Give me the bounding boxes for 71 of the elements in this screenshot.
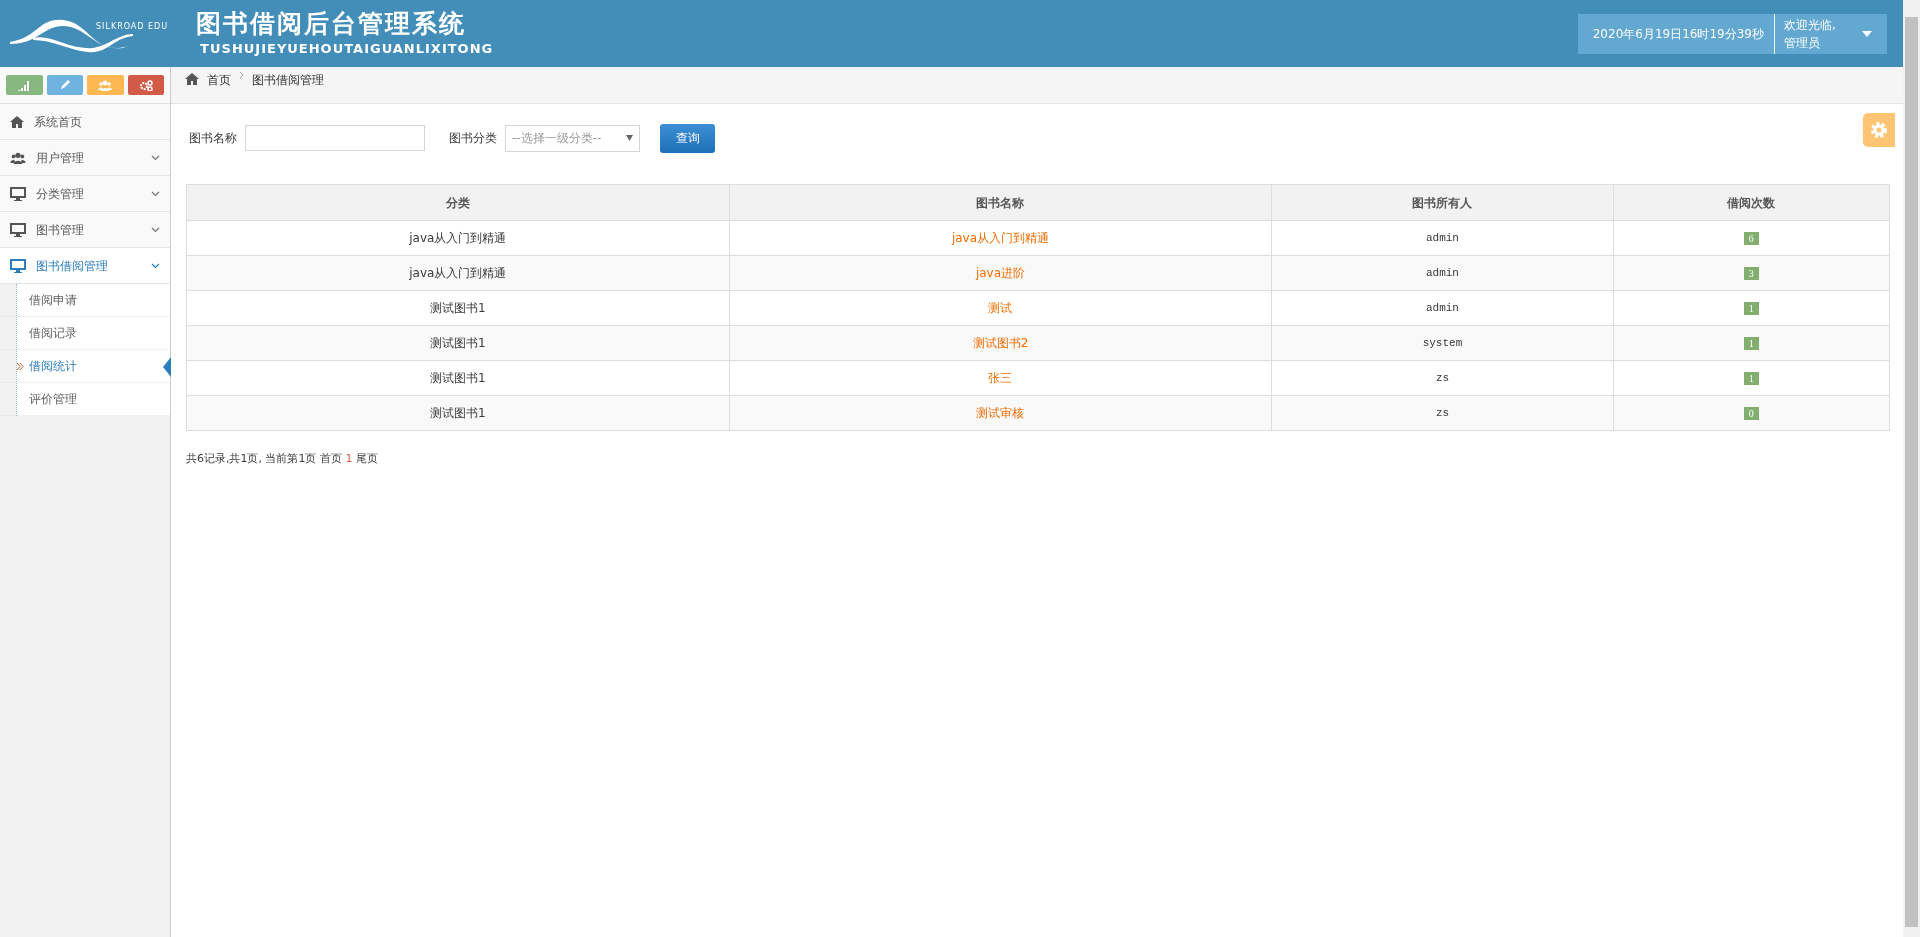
column-header: 借阅次数 [1613,184,1890,221]
sidebar-item[interactable]: 分类管理 [0,176,170,212]
sidebar-item[interactable]: 系统首页 [0,104,170,140]
caret-icon[interactable] [1862,30,1872,37]
welcome-text: 欢迎光临,管理员 [1783,16,1837,52]
settings-button[interactable] [127,75,164,95]
home-icon [185,73,199,85]
submenu-item[interactable]: 借阅记录 [1,317,170,350]
pagination-text: 共6记录,共1页, 当前第1页 首页 1 尾页 [185,451,379,467]
sidebar-item[interactable]: 图书借阅管理 [0,248,170,284]
category-select[interactable]: --选择一级分类-- [505,124,640,152]
search-button[interactable]: 查询 [660,123,715,153]
book-title-link[interactable]: 测试审核 [976,406,1025,420]
active-marker-icon [163,357,171,377]
table-cell: 测试图书1 [186,290,730,326]
submenu-item[interactable]: 评价管理 [1,383,170,416]
bar-chart-icon [17,79,32,91]
count-label: 6 [1743,232,1759,245]
field-label: 图书分类 [449,130,497,147]
users-icon [10,151,26,164]
table-cell: zs [1271,360,1614,396]
count-label: 0 [1743,407,1759,420]
double-chevron-icon [17,363,24,370]
table-cell: 测试图书1 [186,325,730,361]
count-label: 1 [1743,302,1759,315]
table-cell: admin [1271,220,1614,256]
sidebar-item[interactable]: 图书管理 [0,212,170,248]
table-cell: java从入门到精通 [186,255,730,291]
book-title-link[interactable]: 测试图书2 [972,336,1029,350]
table-cell: 测试图书1 [186,395,730,431]
field-label: 图书名称 [189,130,237,147]
separator-icon [239,71,244,79]
home-icon [10,115,24,128]
book-title-link[interactable]: java进阶 [975,266,1026,280]
book-title-link[interactable]: 测试 [988,301,1013,315]
table-cell: system [1271,325,1614,361]
monitor-icon [10,186,26,201]
count-label: 3 [1743,267,1759,280]
sidebar-item[interactable]: 用户管理 [0,140,170,176]
app-subtitle: TUSHUJIEYUEHOUTAIGUANLIXITONG [199,39,494,58]
count-label: 1 [1743,372,1759,385]
date-time: 2020年6月19日16时19分39秒 [1577,13,1775,54]
scrollbar[interactable] [1903,0,1920,937]
breadcrumb-current: 图书借阅管理 [252,72,324,89]
app-title: 图书借阅后台管理系统 [196,8,468,39]
count-label: 1 [1743,337,1759,350]
monitor-icon [10,258,26,273]
settings-button[interactable] [1863,113,1895,147]
chart-button[interactable] [6,75,43,95]
monitor-icon [10,222,26,237]
table-cell: zs [1271,395,1614,431]
book-title-link[interactable]: 张三 [988,371,1013,385]
book-title-link[interactable]: java从入门到精通 [951,231,1050,245]
gears-icon [138,79,153,91]
table-cell: java从入门到精通 [186,220,730,256]
book-name-field[interactable] [245,125,425,151]
table-cell: 测试图书1 [186,360,730,396]
column-header: 图书所有人 [1271,184,1614,221]
breadcrumb-link[interactable]: 首页 [207,71,231,89]
logo-text: SILKROAD EDU [96,20,169,33]
dropdown-arrow-icon [626,135,633,141]
submenu-item[interactable]: 借阅统计 [1,350,170,383]
edit-button[interactable] [46,75,83,95]
table-cell: admin [1271,290,1614,326]
column-header: 分类 [186,184,730,221]
column-header: 图书名称 [729,184,1272,221]
users-button[interactable] [87,75,124,95]
settings-icon [1869,120,1889,140]
table-cell: admin [1271,255,1614,291]
users-icon [98,79,113,91]
submenu-item[interactable]: 借阅申请 [1,284,170,317]
